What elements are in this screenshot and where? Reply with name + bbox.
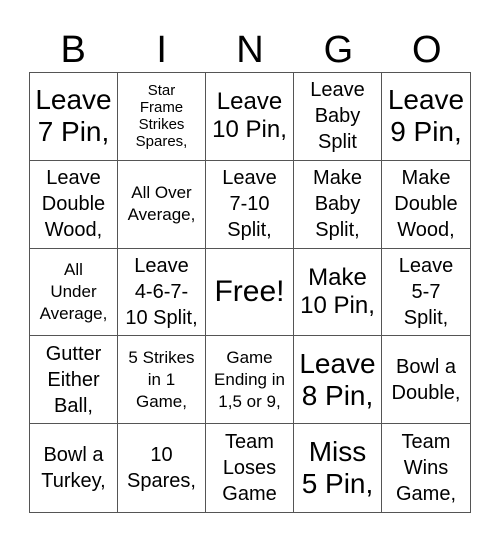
header-letter-i: I	[156, 29, 167, 71]
bingo-cell[interactable]: 10 Spares,	[118, 424, 206, 512]
bingo-cell[interactable]: All Under Average,	[30, 248, 118, 337]
bingo-cell[interactable]: Gutter Either Ball,	[30, 336, 118, 425]
bingo-cell[interactable]: Miss 5 Pin,	[294, 424, 382, 512]
bingo-cell[interactable]: Leave 10 Pin,	[206, 73, 294, 161]
header-letter-g: G	[323, 29, 354, 71]
bingo-cell[interactable]: Leave 4-6-7- 10 Split,	[118, 248, 206, 337]
bingo-cell[interactable]: Leave Baby Split	[294, 73, 382, 161]
bingo-cell[interactable]: Team Loses Game	[206, 424, 294, 512]
header-letter-n: N	[236, 29, 264, 71]
bingo-cell[interactable]: 5 Strikes in 1 Game,	[118, 336, 206, 425]
free-space[interactable]: Free!	[206, 248, 294, 337]
header-letter-o: O	[412, 29, 442, 71]
bingo-cell[interactable]: Make Double Wood,	[382, 161, 470, 249]
bingo-cell[interactable]: Team Wins Game,	[382, 424, 470, 512]
bingo-cell[interactable]: Leave Double Wood,	[30, 160, 118, 249]
bingo-cell[interactable]: Bowl a Double,	[382, 336, 470, 425]
bingo-cell[interactable]: Leave 8 Pin,	[294, 336, 382, 425]
bingo-header: B I N G O	[29, 28, 471, 72]
bingo-cell[interactable]: Leave 7 Pin,	[30, 73, 118, 161]
bingo-cell[interactable]: All Over Average,	[118, 160, 206, 249]
bingo-cell[interactable]: Make Baby Split,	[294, 160, 382, 249]
bingo-cell[interactable]: Game Ending in 1,5 or 9,	[206, 336, 294, 425]
bingo-cell[interactable]: Make 10 Pin,	[294, 248, 382, 337]
bingo-card-grid: Leave 7 Pin, Star Frame Strikes Spares, …	[29, 72, 471, 513]
bingo-cell[interactable]: Leave 9 Pin,	[382, 73, 470, 161]
bingo-cell[interactable]: Star Frame Strikes Spares,	[118, 73, 206, 161]
bingo-cell[interactable]: Bowl a Turkey,	[30, 424, 118, 512]
bingo-cell[interactable]: Leave 7-10 Split,	[206, 160, 294, 249]
header-letter-b: B	[60, 29, 86, 71]
bingo-cell[interactable]: Leave 5-7 Split,	[382, 249, 470, 337]
